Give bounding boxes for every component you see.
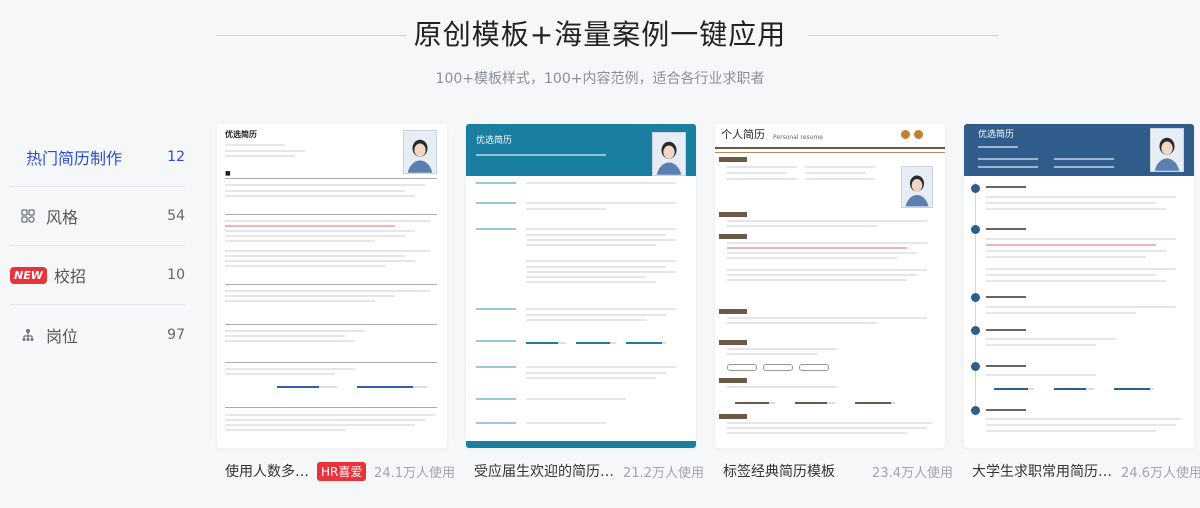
sidebar-item-label: 校招 <box>54 267 87 286</box>
template-name[interactable]: 使用人数多… <box>225 461 309 481</box>
template-card[interactable]: 优选简历 ■ <box>217 124 447 448</box>
sidebar-item-count: 54 <box>167 208 185 224</box>
sidebar-item-style[interactable]: 风格 54 <box>10 187 185 246</box>
template-card-meta: 大学生求职常用简历… 24.6万人使用 <box>972 460 1200 482</box>
page-title: 原创模板+海量案例一键应用 <box>413 18 787 51</box>
template-card-meta: 受应届生欢迎的简历… 21.2万人使用 <box>474 460 704 482</box>
resume-title: 优选简历 <box>225 130 257 139</box>
sidebar-item-label: 热门简历制作 <box>26 149 123 168</box>
sidebar-item-label: 岗位 <box>46 326 79 346</box>
sidebar-item-position[interactable]: 岗位 97 <box>10 305 185 364</box>
template-name[interactable]: 受应届生欢迎的简历… <box>474 461 614 481</box>
page-header: 原创模板+海量案例一键应用 100+模板样式，100+内容范例，适合各行业求职者 <box>0 0 1200 110</box>
template-card[interactable]: 优选简历 <box>466 124 696 448</box>
sidebar-item-count: 12 <box>167 149 185 165</box>
new-badge-icon: NEW <box>10 266 54 284</box>
resume-photo <box>652 132 686 176</box>
resume-subtitle: Personal resume <box>773 134 823 141</box>
sidebar-item-hot-resume[interactable]: 热门简历制作 12 <box>10 128 185 187</box>
org-chart-icon <box>10 328 46 342</box>
usage-count: 21.2万人使用 <box>623 465 704 481</box>
template-card[interactable]: 优选简历 <box>964 124 1194 448</box>
resume-photo <box>1150 128 1184 172</box>
new-badge: NEW <box>10 266 47 284</box>
template-card-meta: 标签经典简历模板 23.4万人使用 <box>723 460 953 482</box>
icon-dot <box>901 130 910 139</box>
resume-title: 优选简历 <box>978 130 1015 140</box>
template-name[interactable]: 标签经典简历模板 <box>723 461 835 481</box>
resume-title: 优选简历 <box>476 136 513 146</box>
usage-count: 23.4万人使用 <box>872 465 953 481</box>
icon-dot <box>914 130 923 139</box>
sidebar-item-count: 97 <box>167 326 185 343</box>
template-card[interactable]: 个人简历 Personal resume <box>715 124 945 448</box>
usage-count: 24.1万人使用 <box>374 465 455 481</box>
sidebar-item-count: 10 <box>167 267 185 283</box>
usage-count: 24.6万人使用 <box>1121 465 1200 481</box>
hr-favorite-badge: HR喜爱 <box>317 461 367 481</box>
grid-icon <box>10 209 46 223</box>
category-sidebar: 热门简历制作 12 风格 54 NEW 校招 10 岗位 97 <box>10 128 185 364</box>
sidebar-item-campus[interactable]: NEW 校招 10 <box>10 246 185 305</box>
resume-photo <box>403 130 437 174</box>
resume-photo <box>901 166 933 208</box>
template-card-meta: 使用人数多… HR喜爱 24.1万人使用 <box>225 460 455 482</box>
page-subtitle: 100+模板样式，100+内容范例，适合各行业求职者 <box>435 71 765 87</box>
resume-title: 个人简历 <box>721 128 765 141</box>
sidebar-item-label: 风格 <box>46 208 79 227</box>
template-name[interactable]: 大学生求职常用简历… <box>972 461 1112 481</box>
